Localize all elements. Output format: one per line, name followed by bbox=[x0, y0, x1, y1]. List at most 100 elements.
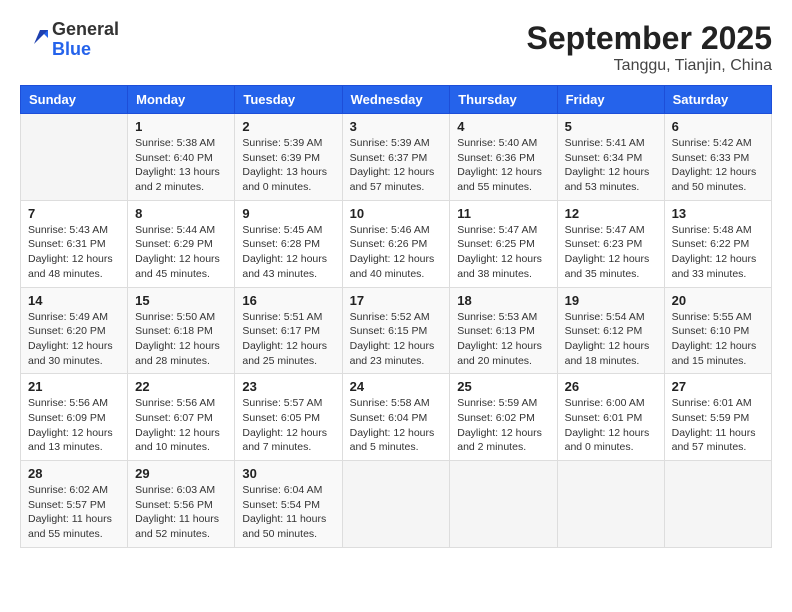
logo-blue-text: Blue bbox=[52, 39, 91, 59]
day-cell bbox=[664, 461, 771, 548]
day-cell: 11Sunrise: 5:47 AM Sunset: 6:25 PM Dayli… bbox=[450, 200, 557, 287]
day-cell: 14 Sunrise: 5:49 AM Sunset: 6:20 PM Dayli… bbox=[21, 287, 128, 374]
day-info: Sunrise: 6:04 AM Sunset: 5:54 PM Dayligh… bbox=[242, 483, 334, 542]
day-info: Sunrise: 5:56 AM Sunset: 6:07 PM Dayligh… bbox=[135, 396, 227, 455]
day-cell: 20 Sunrise: 5:55 AM Sunset: 6:10 PM Dayli… bbox=[664, 287, 771, 374]
day-info: Sunrise: 5:48 AM Sunset: 6:22 PM Dayligh… bbox=[672, 223, 764, 282]
day-cell: 18Sunrise: 5:53 AM Sunset: 6:13 PM Dayli… bbox=[450, 287, 557, 374]
day-number: 12 bbox=[565, 206, 657, 221]
day-number: 17 bbox=[350, 293, 443, 308]
day-number: 3 bbox=[350, 119, 443, 134]
weekday-header-tuesday: Tuesday bbox=[235, 86, 342, 114]
month-title: September 2025 bbox=[527, 20, 772, 57]
day-cell: 23 Sunrise: 5:57 AM Sunset: 6:05 PM Dayli… bbox=[235, 374, 342, 461]
day-info: Sunrise: 5:56 AM Sunset: 6:09 PM Dayligh… bbox=[28, 396, 120, 455]
day-number: 24 bbox=[350, 379, 443, 394]
day-info: Sunrise: 5:46 AM Sunset: 6:26 PM Dayligh… bbox=[350, 223, 443, 282]
day-number: 28 bbox=[28, 466, 120, 481]
day-cell bbox=[21, 114, 128, 201]
day-number: 27 bbox=[672, 379, 764, 394]
day-cell: 26 Sunrise: 6:00 AM Sunset: 6:01 PM Dayli… bbox=[557, 374, 664, 461]
day-number: 26 bbox=[565, 379, 657, 394]
day-number: 15 bbox=[135, 293, 227, 308]
day-cell: 16 Sunrise: 5:51 AM Sunset: 6:17 PM Dayli… bbox=[235, 287, 342, 374]
day-cell: 9Sunrise: 5:45 AM Sunset: 6:28 PM Daylig… bbox=[235, 200, 342, 287]
day-number: 16 bbox=[242, 293, 334, 308]
day-info: Sunrise: 5:58 AM Sunset: 6:04 PM Dayligh… bbox=[350, 396, 443, 455]
day-info: Sunrise: 5:49 AM Sunset: 6:20 PM Dayligh… bbox=[28, 310, 120, 369]
logo-icon bbox=[20, 26, 48, 54]
day-number: 22 bbox=[135, 379, 227, 394]
day-info: Sunrise: 5:44 AM Sunset: 6:29 PM Dayligh… bbox=[135, 223, 227, 282]
day-cell: 5 Sunrise: 5:41 AM Sunset: 6:34 PM Daylig… bbox=[557, 114, 664, 201]
location: Tanggu, Tianjin, China bbox=[527, 57, 772, 75]
day-info: Sunrise: 5:38 AM Sunset: 6:40 PM Dayligh… bbox=[135, 136, 227, 195]
day-number: 20 bbox=[672, 293, 764, 308]
day-info: Sunrise: 5:55 AM Sunset: 6:10 PM Dayligh… bbox=[672, 310, 764, 369]
title-block: September 2025 Tanggu, Tianjin, China bbox=[527, 20, 772, 75]
day-info: Sunrise: 5:39 AM Sunset: 6:37 PM Dayligh… bbox=[350, 136, 443, 195]
day-cell: 15Sunrise: 5:50 AM Sunset: 6:18 PM Dayli… bbox=[128, 287, 235, 374]
day-info: Sunrise: 5:54 AM Sunset: 6:12 PM Dayligh… bbox=[565, 310, 657, 369]
day-info: Sunrise: 6:02 AM Sunset: 5:57 PM Dayligh… bbox=[28, 483, 120, 542]
day-number: 8 bbox=[135, 206, 227, 221]
day-cell: 4 Sunrise: 5:40 AM Sunset: 6:36 PM Daylig… bbox=[450, 114, 557, 201]
day-info: Sunrise: 5:47 AM Sunset: 6:23 PM Dayligh… bbox=[565, 223, 657, 282]
day-number: 5 bbox=[565, 119, 657, 134]
weekday-header-thursday: Thursday bbox=[450, 86, 557, 114]
day-number: 30 bbox=[242, 466, 334, 481]
day-number: 19 bbox=[565, 293, 657, 308]
day-number: 18 bbox=[457, 293, 549, 308]
day-number: 9 bbox=[242, 206, 334, 221]
day-number: 10 bbox=[350, 206, 443, 221]
day-info: Sunrise: 5:41 AM Sunset: 6:34 PM Dayligh… bbox=[565, 136, 657, 195]
weekday-header-wednesday: Wednesday bbox=[342, 86, 450, 114]
day-cell: 3 Sunrise: 5:39 AM Sunset: 6:37 PM Daylig… bbox=[342, 114, 450, 201]
day-number: 14 bbox=[28, 293, 120, 308]
day-cell: 7Sunrise: 5:43 AM Sunset: 6:31 PM Daylig… bbox=[21, 200, 128, 287]
day-cell: 30 Sunrise: 6:04 AM Sunset: 5:54 PM Dayli… bbox=[235, 461, 342, 548]
day-cell: 13Sunrise: 5:48 AM Sunset: 6:22 PM Dayli… bbox=[664, 200, 771, 287]
day-number: 11 bbox=[457, 206, 549, 221]
day-cell: 24 Sunrise: 5:58 AM Sunset: 6:04 PM Dayli… bbox=[342, 374, 450, 461]
day-number: 1 bbox=[135, 119, 227, 134]
day-cell: 27Sunrise: 6:01 AM Sunset: 5:59 PM Dayli… bbox=[664, 374, 771, 461]
week-row-5: 28 Sunrise: 6:02 AM Sunset: 5:57 PM Dayli… bbox=[21, 461, 772, 548]
day-info: Sunrise: 5:42 AM Sunset: 6:33 PM Dayligh… bbox=[672, 136, 764, 195]
weekday-header-sunday: Sunday bbox=[21, 86, 128, 114]
day-info: Sunrise: 5:57 AM Sunset: 6:05 PM Dayligh… bbox=[242, 396, 334, 455]
week-row-3: 14 Sunrise: 5:49 AM Sunset: 6:20 PM Dayli… bbox=[21, 287, 772, 374]
day-number: 4 bbox=[457, 119, 549, 134]
day-cell: 25Sunrise: 5:59 AM Sunset: 6:02 PM Dayli… bbox=[450, 374, 557, 461]
day-cell: 6 Sunrise: 5:42 AM Sunset: 6:33 PM Daylig… bbox=[664, 114, 771, 201]
day-cell: 17Sunrise: 5:52 AM Sunset: 6:15 PM Dayli… bbox=[342, 287, 450, 374]
day-cell bbox=[342, 461, 450, 548]
calendar-table: SundayMondayTuesdayWednesdayThursdayFrid… bbox=[20, 85, 772, 548]
day-cell: 1 Sunrise: 5:38 AM Sunset: 6:40 PM Daylig… bbox=[128, 114, 235, 201]
day-info: Sunrise: 5:51 AM Sunset: 6:17 PM Dayligh… bbox=[242, 310, 334, 369]
day-info: Sunrise: 5:43 AM Sunset: 6:31 PM Dayligh… bbox=[28, 223, 120, 282]
logo-general-text: General bbox=[52, 19, 119, 39]
day-number: 23 bbox=[242, 379, 334, 394]
day-number: 29 bbox=[135, 466, 227, 481]
day-cell bbox=[557, 461, 664, 548]
weekday-header-friday: Friday bbox=[557, 86, 664, 114]
day-number: 6 bbox=[672, 119, 764, 134]
day-cell: 12 Sunrise: 5:47 AM Sunset: 6:23 PM Dayli… bbox=[557, 200, 664, 287]
day-cell bbox=[450, 461, 557, 548]
day-cell: 19 Sunrise: 5:54 AM Sunset: 6:12 PM Dayli… bbox=[557, 287, 664, 374]
weekday-header-row: SundayMondayTuesdayWednesdayThursdayFrid… bbox=[21, 86, 772, 114]
day-info: Sunrise: 5:39 AM Sunset: 6:39 PM Dayligh… bbox=[242, 136, 334, 195]
day-cell: 21 Sunrise: 5:56 AM Sunset: 6:09 PM Dayli… bbox=[21, 374, 128, 461]
day-cell: 2 Sunrise: 5:39 AM Sunset: 6:39 PM Daylig… bbox=[235, 114, 342, 201]
weekday-header-monday: Monday bbox=[128, 86, 235, 114]
day-cell: 8 Sunrise: 5:44 AM Sunset: 6:29 PM Daylig… bbox=[128, 200, 235, 287]
day-cell: 22 Sunrise: 5:56 AM Sunset: 6:07 PM Dayli… bbox=[128, 374, 235, 461]
day-cell: 28 Sunrise: 6:02 AM Sunset: 5:57 PM Dayli… bbox=[21, 461, 128, 548]
day-number: 2 bbox=[242, 119, 334, 134]
day-cell: 10 Sunrise: 5:46 AM Sunset: 6:26 PM Dayli… bbox=[342, 200, 450, 287]
day-info: Sunrise: 5:59 AM Sunset: 6:02 PM Dayligh… bbox=[457, 396, 549, 455]
day-info: Sunrise: 6:00 AM Sunset: 6:01 PM Dayligh… bbox=[565, 396, 657, 455]
day-info: Sunrise: 5:40 AM Sunset: 6:36 PM Dayligh… bbox=[457, 136, 549, 195]
day-number: 21 bbox=[28, 379, 120, 394]
